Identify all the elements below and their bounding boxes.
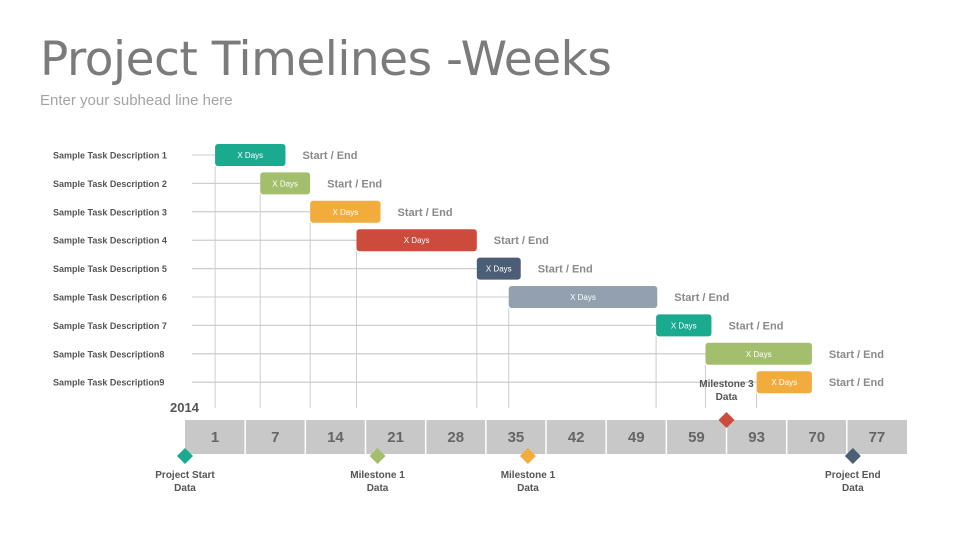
task-bar-label: X Days [332, 208, 358, 217]
timeline-strip: 1 7 14 21 28 35 42 49 59 93 70 77 2014 [170, 400, 907, 454]
task-bar-label: X Days [746, 350, 772, 359]
task-label: Sample Task Description9 [53, 378, 164, 388]
task-label: Sample Task Description 2 [53, 179, 167, 189]
task-label: Sample Task Description 6 [53, 293, 167, 303]
gantt-chart: Sample Task Description 1 Sample Task Des… [53, 144, 907, 494]
timeline-tick-label: 28 [447, 429, 464, 446]
task-label: Sample Task Description 3 [53, 207, 167, 217]
task-bar-label: X Days [237, 151, 263, 160]
milestone-label: Milestone 1 [350, 470, 405, 481]
timeline-tick-label: 93 [748, 429, 765, 446]
start-end-label: Start / End [302, 150, 357, 162]
task-label: Sample Task Description 1 [53, 151, 167, 161]
milestone-label: Milestone 3 [699, 379, 754, 390]
timeline-tick-label: 35 [508, 429, 525, 446]
start-end-label: Start / End [538, 264, 593, 276]
task-bar-label: X Days [771, 378, 797, 387]
task-label: Sample Task Description8 [53, 349, 164, 359]
grid-layer: Sample Task Description 1 Sample Task Des… [53, 151, 758, 408]
timeline-tick-label: 1 [211, 429, 219, 446]
milestone-label: Data [174, 483, 196, 494]
timeline-tick-label: 70 [808, 429, 825, 446]
milestone-label: Project Start [155, 470, 215, 481]
start-end-label: Start / End [398, 207, 453, 219]
task-bar-label: X Days [486, 265, 512, 274]
timeline-tick-label: 49 [628, 429, 645, 446]
milestone-label: Project End [825, 470, 881, 481]
task-label: Sample Task Description 4 [53, 236, 167, 246]
milestone-label: Data [517, 483, 539, 494]
start-end-label: Start / End [674, 292, 729, 304]
timeline-tick-label: 42 [568, 429, 585, 446]
timeline-tick-label: 21 [387, 429, 404, 446]
start-end-label: Start / End [494, 235, 549, 247]
milestone-label: Milestone 1 [501, 470, 556, 481]
timeline-tick-label: 59 [688, 429, 705, 446]
milestone-label: Data [842, 483, 864, 494]
timeline-tick-label: 77 [869, 429, 886, 446]
task-bar-label: X Days [671, 321, 697, 330]
timeline-tick-label: 14 [327, 429, 344, 446]
year-label: 2014 [170, 400, 200, 415]
start-end-label: Start / End [829, 377, 884, 389]
start-end-label: Start / End [829, 349, 884, 361]
task-bar-label: X Days [570, 293, 596, 302]
milestone-label: Data [716, 392, 738, 403]
task-label: Sample Task Description 7 [53, 321, 167, 331]
start-end-label: Start / End [327, 178, 382, 190]
timeline-tick-label: 7 [271, 429, 279, 446]
task-bar-label: X Days [404, 236, 430, 245]
milestone-label: Data [367, 483, 389, 494]
start-end-label: Start / End [728, 320, 783, 332]
task-bar-label: X Days [272, 179, 298, 188]
task-label: Sample Task Description 5 [53, 264, 167, 274]
